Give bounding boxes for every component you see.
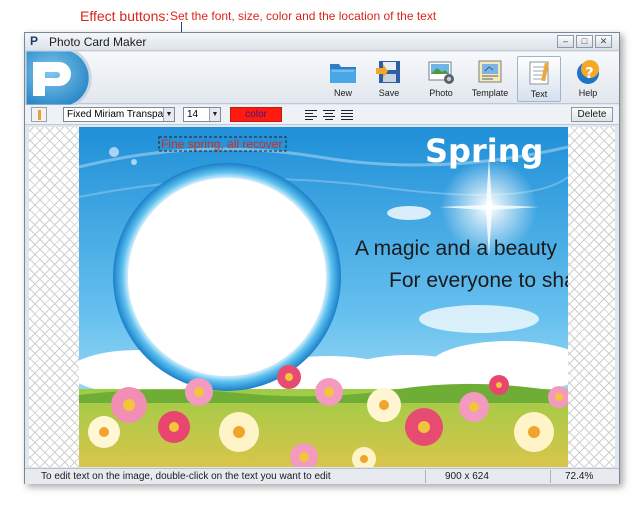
window-title: Photo Card Maker (49, 35, 147, 49)
effect-toolbar: Fixed Miriam Transpa ▼ 14 ▼ color Delete (25, 105, 619, 125)
app-window: P Photo Card Maker – □ ✕ New Save Photo … (24, 32, 620, 484)
help-icon: ? (577, 60, 599, 84)
brand-logo-icon (25, 50, 92, 106)
folder-icon (330, 64, 356, 83)
new-button[interactable]: New (321, 56, 365, 102)
font-size-select[interactable]: 14 ▼ (183, 107, 221, 122)
card-text-line-2[interactable]: For everyone to share (389, 269, 568, 292)
annotation-title: Effect buttons: (80, 8, 170, 24)
text-button[interactable]: Text (517, 56, 561, 102)
font-select-value: Fixed Miriam Transpa (67, 109, 164, 120)
font-select[interactable]: Fixed Miriam Transpa ▼ (63, 107, 175, 122)
save-icon (376, 61, 400, 83)
minimize-button[interactable]: – (557, 35, 574, 48)
save-button-label: Save (378, 88, 400, 98)
template-icon (478, 60, 502, 83)
annotation-description: Set the font, size, color and the locati… (170, 9, 437, 23)
svg-text:?: ? (585, 64, 594, 82)
app-logo-icon: P (30, 34, 39, 48)
help-button-label: Help (578, 88, 598, 98)
save-button[interactable]: Save (367, 56, 411, 102)
align-left-button[interactable] (305, 108, 319, 122)
chevron-down-icon[interactable]: ▼ (209, 108, 220, 121)
close-button[interactable]: ✕ (595, 35, 612, 48)
card-heading[interactable]: Spring (425, 132, 543, 170)
image-dimensions: 900 x 624 (445, 471, 489, 482)
canvas-area: Spring Fine spring, all recover A magic … (29, 127, 615, 467)
font-size-value: 14 (187, 109, 199, 120)
text-tool-icon (38, 110, 41, 120)
photo-button[interactable]: Photo (419, 56, 463, 102)
color-button[interactable]: color (230, 107, 282, 122)
photo-button-label: Photo (429, 88, 453, 98)
status-divider (425, 470, 426, 483)
delete-button[interactable]: Delete (571, 107, 613, 122)
template-button[interactable]: Template (468, 56, 512, 102)
text-button-label: Text (530, 89, 548, 99)
align-center-button[interactable] (323, 108, 337, 122)
selected-text-layer[interactable]: Fine spring, all recover (161, 137, 282, 151)
spring-card-image[interactable]: Spring Fine spring, all recover A magic … (79, 127, 568, 467)
effect-buttons-annotation: Effect buttons: Set the font, size, colo… (0, 0, 640, 128)
zoom-level: 72.4% (565, 471, 594, 482)
effect-toolbar-handle[interactable] (31, 107, 47, 122)
maximize-button[interactable]: □ (576, 35, 593, 48)
chevron-down-icon[interactable]: ▼ (163, 108, 174, 121)
main-toolbar: New Save Photo Template Text ? Help (25, 50, 619, 106)
status-message: To edit text on the image, double-click … (41, 471, 331, 482)
text-icon (529, 61, 549, 85)
status-bar: To edit text on the image, double-click … (25, 468, 619, 484)
template-button-label: Template (471, 88, 509, 98)
status-divider (550, 470, 551, 483)
card-text-line-1[interactable]: A magic and a beauty (355, 237, 557, 260)
new-button-label: New (333, 88, 352, 98)
title-bar: P Photo Card Maker – □ ✕ (25, 33, 619, 51)
photo-icon (428, 61, 454, 84)
align-justify-button[interactable] (341, 108, 355, 122)
help-button[interactable]: ? Help (566, 56, 610, 102)
